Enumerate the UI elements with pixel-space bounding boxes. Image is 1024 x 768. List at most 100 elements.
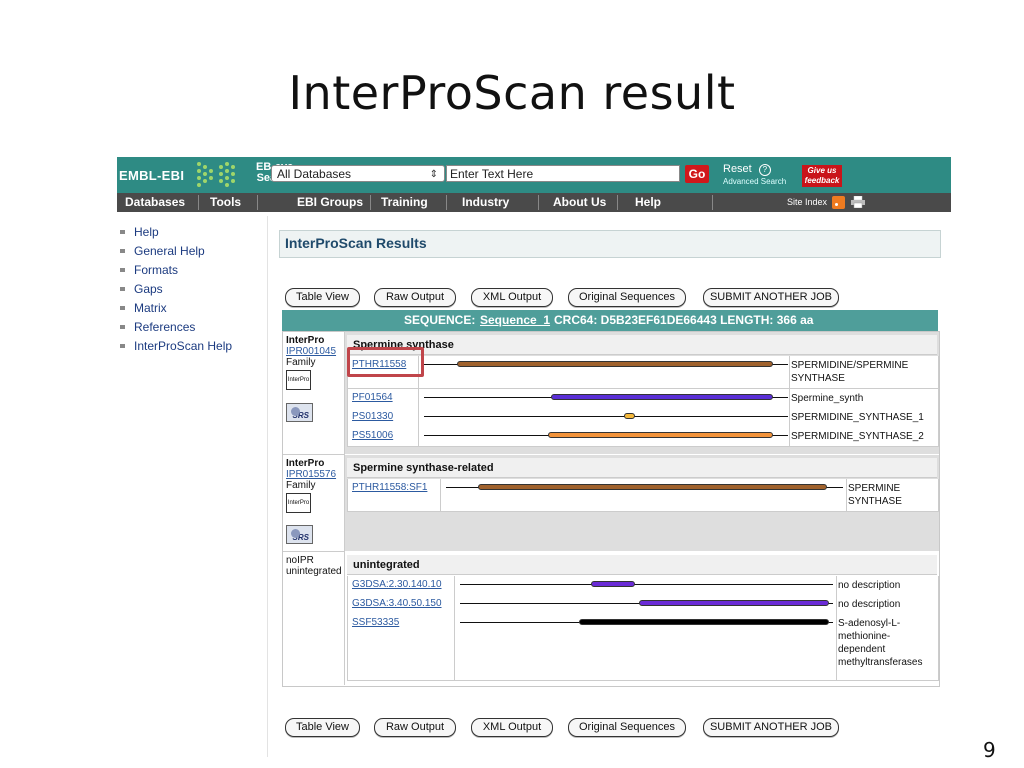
submit-another-job-button[interactable]: SUBMIT ANOTHER JOB xyxy=(703,288,839,307)
srs-icon[interactable]: SRS xyxy=(286,403,313,422)
feedback-line2: feedback xyxy=(804,176,840,185)
help-circle-icon[interactable]: ? xyxy=(758,164,771,176)
match-bar[interactable] xyxy=(639,600,830,606)
match-row: PS01330 SPERMIDINE_SYNTHASE_1 xyxy=(347,408,939,428)
match-accession-link[interactable]: PS51006 xyxy=(352,430,393,441)
original-sequences-button-bottom[interactable]: Original Sequences xyxy=(568,718,686,737)
match-label: SPERMIDINE_SYNTHASE_1 xyxy=(791,411,924,424)
match-label-line: SPERMIDINE_SYNTHASE_2 xyxy=(791,431,924,442)
entry-1-kind: Family xyxy=(286,357,316,368)
select-arrows-icon: ⇕ xyxy=(429,169,438,180)
sequence-info-bar: SEQUENCE: Sequence_1 CRC64: D5B23EF61DE6… xyxy=(282,310,938,331)
nav-help[interactable]: Help xyxy=(635,193,661,212)
cell-divider xyxy=(418,408,419,427)
interpro-badge-icon[interactable]: InterPro xyxy=(286,493,311,513)
submit-another-job-button-bottom[interactable]: SUBMIT ANOTHER JOB xyxy=(703,718,839,737)
srs-icon[interactable]: SRS xyxy=(286,525,313,544)
match-bar[interactable] xyxy=(551,394,774,400)
site-index-link[interactable]: Site Index xyxy=(787,193,827,212)
match-bar[interactable] xyxy=(477,484,828,490)
entry-1-accession[interactable]: IPR001045 xyxy=(286,346,336,357)
match-accession-link[interactable]: G3DSA:2.30.140.10 xyxy=(352,579,442,590)
rss-icon[interactable] xyxy=(832,196,845,209)
entry-2-meta: InterPro IPR015576 Family InterPro SRS xyxy=(283,455,345,552)
xml-output-button-bottom[interactable]: XML Output xyxy=(471,718,553,737)
match-label: no description xyxy=(838,598,900,611)
advanced-search-link[interactable]: Advanced Search xyxy=(723,177,786,186)
highlight-box xyxy=(347,347,424,377)
cell-divider xyxy=(846,479,847,511)
database-select-value: All Databases xyxy=(277,167,352,181)
cell-divider xyxy=(836,576,837,595)
sidebar-link-references[interactable]: References xyxy=(117,319,267,338)
match-label: SPERMIDINE/SPERMINE SYNTHASE xyxy=(791,359,908,385)
match-accession-link[interactable]: SSF53335 xyxy=(352,617,399,628)
match-bar[interactable] xyxy=(547,432,774,438)
original-sequences-button[interactable]: Original Sequences xyxy=(568,288,686,307)
entry-2-kind: Family xyxy=(286,480,316,491)
match-row: PTHR11558 SPERMIDINE/SPERMINE SYNTHASE xyxy=(347,356,939,389)
nav-ebi-groups[interactable]: EBI Groups xyxy=(297,193,363,212)
sidebar-link-interproscan-help[interactable]: InterProScan Help xyxy=(117,338,267,357)
match-accession-link[interactable]: G3DSA:3.40.50.150 xyxy=(352,598,442,609)
ebi-logo[interactable]: EMBL-EBI xyxy=(119,168,184,183)
go-button[interactable]: Go xyxy=(685,165,709,183)
sidebar: Help General Help Formats Gaps Matrix Re… xyxy=(117,224,267,357)
match-accession-link[interactable]: PS01330 xyxy=(352,411,393,422)
entry-1-type: InterPro xyxy=(286,335,325,346)
cell-divider xyxy=(418,389,419,408)
cell-divider xyxy=(836,595,837,614)
entry-3-title: unintegrated xyxy=(347,555,937,575)
entry-2-accession[interactable]: IPR015576 xyxy=(286,469,336,480)
match-label-line: no description xyxy=(838,599,901,610)
match-label: SPERMINE SYNTHASE xyxy=(848,482,902,508)
database-select[interactable]: All Databases ⇕ xyxy=(271,165,445,182)
entry-2-type: InterPro xyxy=(286,458,325,469)
match-bar[interactable] xyxy=(624,413,636,419)
reset-link[interactable]: Reset ? xyxy=(723,163,771,176)
match-label-line: SPERMINE xyxy=(848,483,901,494)
match-accession-link[interactable]: PF01564 xyxy=(352,392,393,403)
print-icon[interactable] xyxy=(851,196,865,208)
nav-industry[interactable]: Industry xyxy=(462,193,509,212)
cell-divider xyxy=(836,614,837,680)
entry-3-type-2: unintegrated xyxy=(286,566,342,577)
raw-output-button-bottom[interactable]: Raw Output xyxy=(374,718,456,737)
match-bar[interactable] xyxy=(456,361,774,367)
match-label: Spermine_synth xyxy=(791,392,863,405)
raw-output-button[interactable]: Raw Output xyxy=(374,288,456,307)
match-label-line: SYNTHASE xyxy=(848,496,902,507)
sidebar-link-formats[interactable]: Formats xyxy=(117,262,267,281)
interpro-badge-icon[interactable]: InterPro xyxy=(286,370,311,390)
match-accession-link[interactable]: PTHR11558:SF1 xyxy=(352,482,427,493)
nav-tools[interactable]: Tools xyxy=(210,193,241,212)
xml-output-button[interactable]: XML Output xyxy=(471,288,553,307)
feedback-button[interactable]: Give us feedback xyxy=(802,165,842,187)
sidebar-link-help[interactable]: Help xyxy=(117,224,267,243)
entry-1-title: Spermine synthase xyxy=(347,335,937,355)
logo-dots-icon-2 xyxy=(217,160,257,190)
nav-training[interactable]: Training xyxy=(381,193,428,212)
match-label: S-adenosyl-L-methionine-dependent methylt… xyxy=(838,617,922,669)
match-label-line: SPERMIDINE_SYNTHASE_1 xyxy=(791,412,924,423)
sidebar-link-matrix[interactable]: Matrix xyxy=(117,300,267,319)
match-row: PTHR11558:SF1 SPERMINE SYNTHASE xyxy=(347,479,939,512)
nav-databases[interactable]: Databases xyxy=(125,193,185,212)
match-row: SSF53335 S-adenosyl-L-methionine-dependen… xyxy=(347,614,939,681)
table-view-button[interactable]: Table View xyxy=(285,288,360,307)
match-label-line: methionine- xyxy=(838,631,891,642)
cell-divider xyxy=(789,408,790,427)
ebi-header: EMBL-EBI EB-eye Search All Databases ⇕ E… xyxy=(117,157,951,193)
match-label-line: SYNTHASE xyxy=(791,373,845,384)
search-input[interactable]: Enter Text Here xyxy=(446,165,680,182)
match-bar[interactable] xyxy=(590,581,636,587)
table-view-button-bottom[interactable]: Table View xyxy=(285,718,360,737)
sequence-track xyxy=(424,416,788,417)
match-bar[interactable] xyxy=(579,619,830,625)
sidebar-link-gaps[interactable]: Gaps xyxy=(117,281,267,300)
nav-about-us[interactable]: About Us xyxy=(553,193,606,212)
match-row: PF01564 Spermine_synth xyxy=(347,389,939,409)
sidebar-link-general-help[interactable]: General Help xyxy=(117,243,267,262)
sidebar-divider xyxy=(267,216,268,757)
sequence-link[interactable]: Sequence_1 xyxy=(480,310,550,331)
